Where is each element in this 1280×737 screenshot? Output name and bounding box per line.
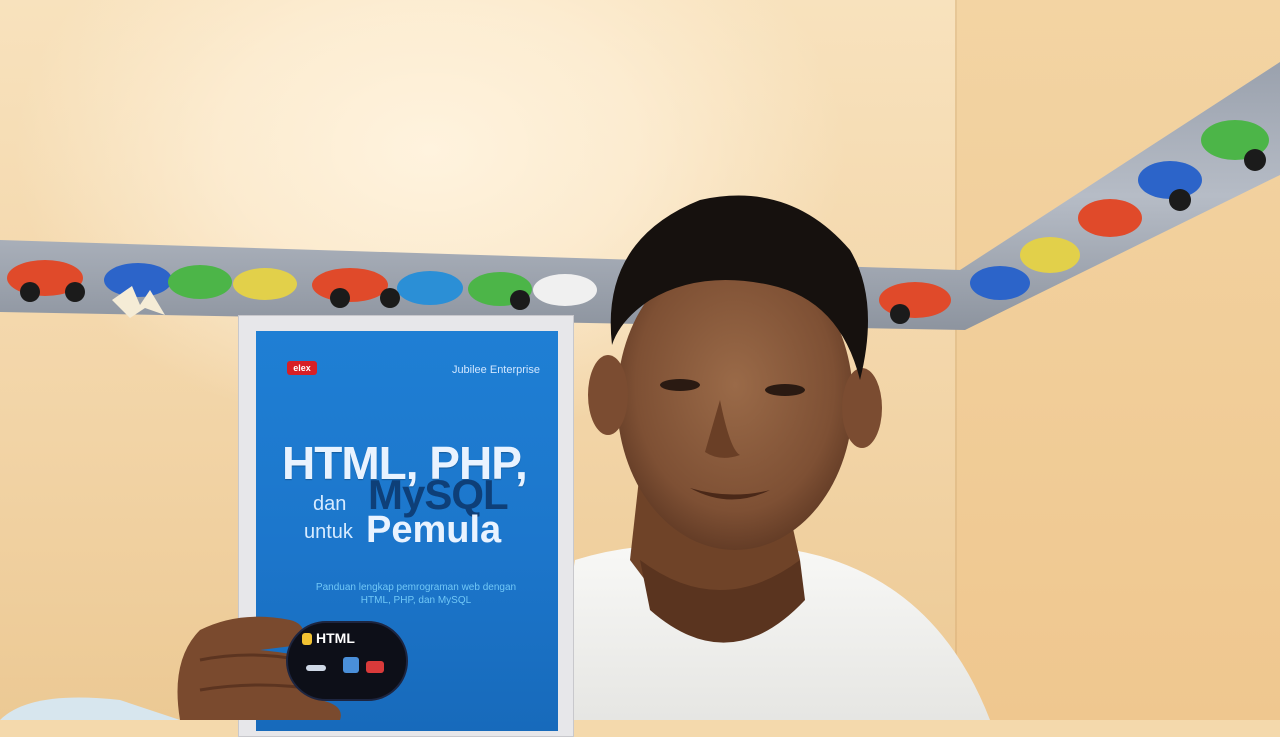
photo-scene: elex Jubilee Enterprise HTML, PHP, dan M… xyxy=(0,0,1280,737)
sticker-icon-red xyxy=(366,661,384,673)
html-sticker: HTML xyxy=(286,621,408,701)
sticker-icon-blue xyxy=(343,657,359,673)
sticker-icon-white xyxy=(306,665,326,671)
sleeve xyxy=(0,697,180,720)
sticker-icon-yellow xyxy=(302,633,312,645)
hand xyxy=(0,616,341,720)
html-sticker-label: HTML xyxy=(316,630,355,646)
